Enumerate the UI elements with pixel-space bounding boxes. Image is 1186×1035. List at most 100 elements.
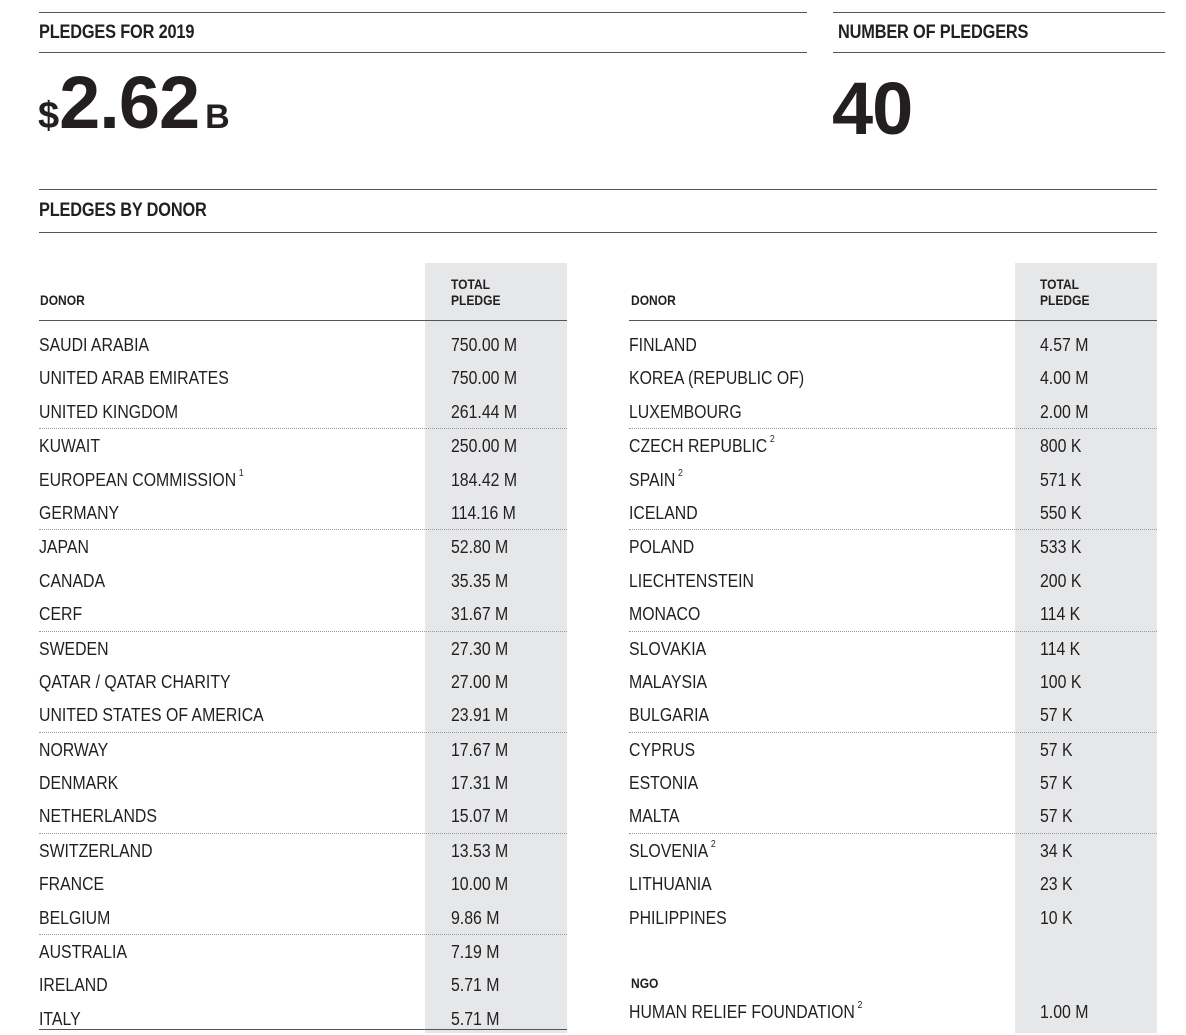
donor-name: KOREA (REPUBLIC OF) bbox=[629, 368, 804, 389]
table-row: ITALY 5.71 M bbox=[39, 1002, 567, 1035]
donor-name: ITALY bbox=[39, 1009, 81, 1030]
total-header-line2: PLEDGE bbox=[1040, 292, 1090, 308]
donor-name: HUMAN RELIEF FOUNDATION 2 bbox=[629, 1000, 863, 1023]
donor-name: UNITED STATES OF AMERICA bbox=[39, 705, 264, 726]
pledge-value: 17.31 M bbox=[451, 773, 509, 794]
donor-name-text: SWEDEN bbox=[39, 638, 109, 659]
pledge-value: 200 K bbox=[1040, 570, 1082, 591]
table-row: NETHERLANDS 15.07 M bbox=[39, 799, 567, 834]
donor-name-text: SAUDI ARABIA bbox=[39, 335, 150, 355]
donor-name: ICELAND bbox=[629, 503, 698, 524]
table-row: ICELAND 550 K bbox=[629, 496, 1157, 531]
right-donor-header: DONOR bbox=[631, 292, 676, 308]
donor-name-text: UNITED STATES OF AMERICA bbox=[39, 705, 264, 726]
footnote-marker: 2 bbox=[769, 434, 775, 446]
donor-name: LITHUANIA bbox=[629, 874, 712, 895]
right-total-pledge-header: TOTAL PLEDGE bbox=[1040, 276, 1090, 308]
donor-name: DENMARK bbox=[39, 773, 118, 794]
ngo-donor-table: HUMAN RELIEF FOUNDATION 2 1.00 M bbox=[629, 995, 1157, 1028]
table-row: FINLAND 4.57 M bbox=[629, 328, 1157, 361]
pledgers-label-rule bbox=[833, 52, 1165, 53]
pledge-value: 2.00 M bbox=[1040, 401, 1089, 422]
table-row: KOREA (REPUBLIC OF) 4.00 M bbox=[629, 361, 1157, 394]
donor-name: SLOVAKIA bbox=[629, 639, 706, 660]
pledge-value: 27.00 M bbox=[451, 671, 509, 692]
donor-name: CZECH REPUBLIC 2 bbox=[629, 434, 775, 457]
pledge-value: 4.00 M bbox=[1040, 368, 1089, 389]
table-row: CYPRUS 57 K bbox=[629, 733, 1157, 766]
table-row: UNITED KINGDOM 261.44 M bbox=[39, 395, 567, 430]
pledge-value: 250.00 M bbox=[451, 436, 518, 457]
total-header-line2: PLEDGE bbox=[451, 292, 501, 308]
pledge-value: 571 K bbox=[1040, 469, 1082, 490]
left-donor-table: SAUDI ARABIA 750.00 M UNITED ARAB EMIRATES… bbox=[39, 328, 567, 1035]
donor-name-text: NETHERLANDS bbox=[39, 806, 157, 827]
donor-name: LIECHTENSTEIN bbox=[629, 571, 754, 592]
pledge-value: 5.71 M bbox=[451, 1008, 500, 1029]
table-row: PHILIPPINES 10 K bbox=[629, 901, 1157, 934]
pledge-value: 10.00 M bbox=[451, 874, 509, 895]
pledge-value: 31.67 M bbox=[451, 604, 509, 625]
table-row: LIECHTENSTEIN 200 K bbox=[629, 564, 1157, 597]
table-row: MALTA 57 K bbox=[629, 799, 1157, 834]
donor-name-text: LITHUANIA bbox=[629, 874, 712, 895]
donor-name: QATAR / QATAR CHARITY bbox=[39, 672, 231, 693]
donor-name: AUSTRALIA bbox=[39, 942, 127, 963]
pledge-value: 114 K bbox=[1040, 638, 1081, 659]
donor-name: FRANCE bbox=[39, 874, 104, 895]
donor-name: SWITZERLAND bbox=[39, 841, 153, 862]
donor-name: MONACO bbox=[629, 604, 700, 625]
table-row: EUROPEAN COMMISSION 1 184.42 M bbox=[39, 463, 567, 496]
left-total-pledge-header: TOTAL PLEDGE bbox=[451, 276, 501, 308]
donor-name-text: QATAR / QATAR CHARITY bbox=[39, 671, 231, 692]
table-row: NORWAY 17.67 M bbox=[39, 733, 567, 766]
pledge-value: 533 K bbox=[1040, 537, 1082, 558]
table-row: BULGARIA 57 K bbox=[629, 698, 1157, 733]
pledge-value: 750.00 M bbox=[451, 335, 518, 355]
donor-name-text: NORWAY bbox=[39, 739, 109, 760]
donor-name: BULGARIA bbox=[629, 705, 709, 726]
donor-name: SAUDI ARABIA bbox=[39, 335, 149, 356]
donor-name: GERMANY bbox=[39, 503, 119, 524]
pledge-value: 184.42 M bbox=[451, 469, 518, 490]
footnote-marker: 2 bbox=[857, 1000, 863, 1011]
table-row: KUWAIT 250.00 M bbox=[39, 429, 567, 462]
donor-name: POLAND bbox=[629, 537, 694, 558]
pledge-value: 5.71 M bbox=[451, 975, 500, 996]
donor-name-text: SPAIN bbox=[629, 469, 676, 490]
pledge-value: 34 K bbox=[1040, 840, 1073, 861]
table-row: BELGIUM 9.86 M bbox=[39, 901, 567, 936]
donor-name: MALTA bbox=[629, 806, 679, 827]
table-row: CZECH REPUBLIC 2 800 K bbox=[629, 429, 1157, 462]
pledge-value: 57 K bbox=[1040, 739, 1073, 760]
donor-name-text: UNITED ARAB EMIRATES bbox=[39, 368, 229, 389]
donor-name-text: GERMANY bbox=[39, 502, 120, 523]
pledge-value: 261.44 M bbox=[451, 401, 518, 422]
donor-name: EUROPEAN COMMISSION 1 bbox=[39, 468, 244, 491]
table-row: LUXEMBOURG 2.00 M bbox=[629, 395, 1157, 430]
left-header-rule bbox=[39, 320, 567, 321]
table-row: HUMAN RELIEF FOUNDATION 2 1.00 M bbox=[629, 995, 1157, 1028]
donor-name: SWEDEN bbox=[39, 639, 109, 660]
pledgers-stat-label: NUMBER OF PLEDGERS bbox=[838, 22, 1029, 43]
table-row: MALAYSIA 100 K bbox=[629, 665, 1157, 698]
donor-name-text: BULGARIA bbox=[629, 705, 710, 726]
donor-name: FINLAND bbox=[629, 335, 697, 356]
donor-name-text: PHILIPPINES bbox=[629, 907, 727, 928]
table-row: SWEDEN 27.30 M bbox=[39, 632, 567, 665]
donor-name-text: SLOVENIA bbox=[629, 840, 709, 861]
footnote-marker: 2 bbox=[678, 467, 683, 479]
right-header-rule bbox=[629, 320, 1157, 321]
table-row: SWITZERLAND 13.53 M bbox=[39, 834, 567, 867]
donor-name: LUXEMBOURG bbox=[629, 402, 742, 423]
donor-name-text: CZECH REPUBLIC bbox=[629, 436, 768, 457]
pledgers-count: 40 bbox=[832, 67, 913, 150]
donor-name: ESTONIA bbox=[629, 773, 698, 794]
pledgers-top-rule bbox=[833, 12, 1165, 13]
pledge-value: 15.07 M bbox=[451, 806, 509, 827]
pledge-value: 10 K bbox=[1040, 907, 1073, 928]
donor-name: SLOVENIA 2 bbox=[629, 839, 716, 862]
table-row: UNITED ARAB EMIRATES 750.00 M bbox=[39, 361, 567, 394]
section-title: PLEDGES BY DONOR bbox=[39, 200, 207, 221]
donor-name-text: KUWAIT bbox=[39, 436, 101, 457]
